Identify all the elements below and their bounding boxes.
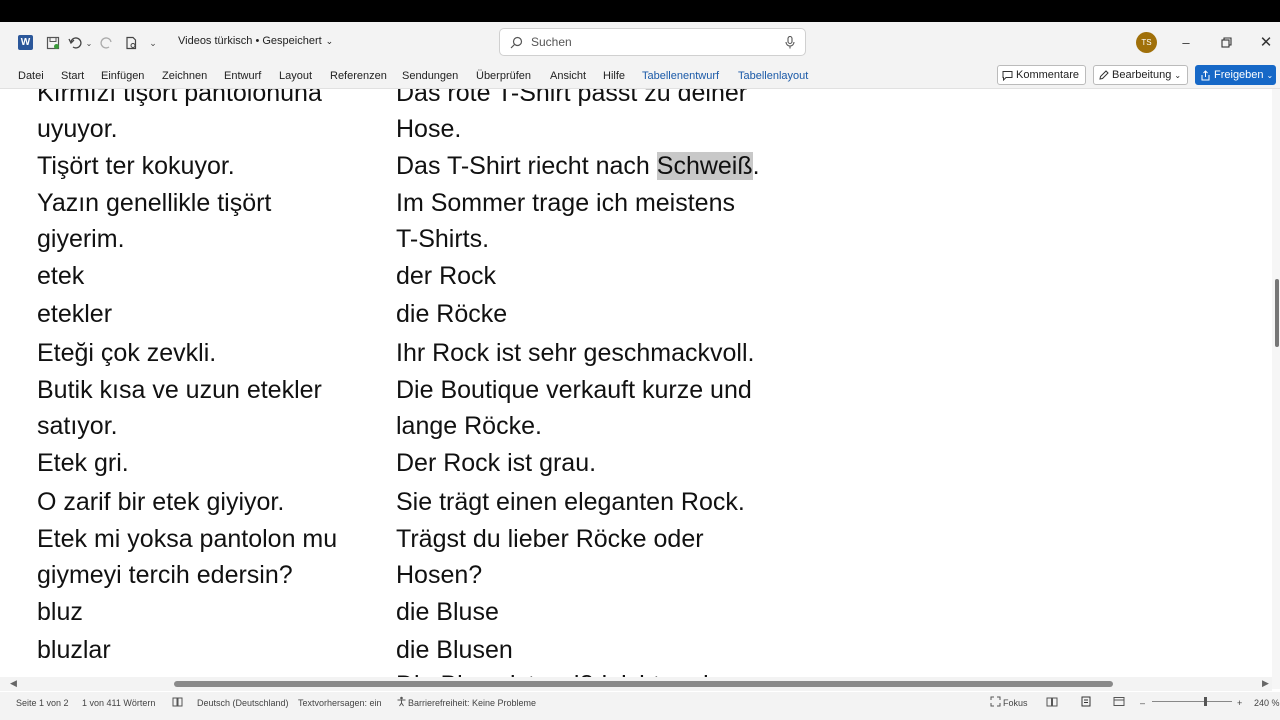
tab-tabellenentwurf[interactable]: Tabellenentwurf: [642, 70, 719, 82]
table-cell-german[interactable]: Im Sommer trage ich meistens: [396, 185, 735, 222]
tab-start[interactable]: Start: [61, 70, 84, 82]
table-cell-german[interactable]: T-Shirts.: [396, 221, 489, 258]
minimize-icon[interactable]: –: [1174, 32, 1198, 52]
word-window: W ⌄ ⌄ Videos türkisch • Gespeichert ⌄ Su…: [0, 22, 1280, 720]
table-cell-german[interactable]: Trägst du lieber Röcke oder: [396, 521, 704, 558]
undo-dropdown-icon[interactable]: ⌄: [84, 33, 94, 53]
table-cell-turkish[interactable]: uyuyor.: [37, 111, 118, 148]
chevron-down-icon: ⌄: [1174, 70, 1182, 80]
accessibility-icon: [396, 696, 407, 709]
read-mode-icon[interactable]: [1046, 696, 1058, 709]
zoom-level[interactable]: 240 %: [1254, 698, 1280, 708]
tab-zeichnen[interactable]: Zeichnen: [162, 70, 207, 82]
print-layout-icon[interactable]: [1080, 696, 1092, 709]
save-icon[interactable]: [44, 33, 62, 53]
table-cell-turkish[interactable]: O zarif bir etek giyiyor.: [37, 484, 284, 521]
pencil-icon: [1098, 69, 1109, 81]
tab-ueberpruefen[interactable]: Überprüfen: [476, 70, 531, 82]
table-cell-turkish[interactable]: giymeyi tercih edersin?: [37, 557, 293, 594]
zoom-in-icon[interactable]: +: [1237, 698, 1242, 708]
table-cell-turkish[interactable]: Kırmızı tişört pantolonuna: [37, 89, 322, 112]
accessibility-status[interactable]: Barrierefreiheit: Keine Probleme: [408, 698, 536, 708]
table-cell-german[interactable]: Ihr Rock ist sehr geschmackvoll.: [396, 335, 754, 372]
vertical-scrollbar[interactable]: [1272, 89, 1280, 689]
table-cell-german[interactable]: die Röcke: [396, 296, 507, 333]
horizontal-scrollbar[interactable]: ◀ ▶: [0, 677, 1272, 691]
table-cell-turkish[interactable]: Butik kısa ve uzun etekler: [37, 372, 322, 409]
table-cell-german[interactable]: Der Rock ist grau.: [396, 445, 596, 482]
tab-referenzen[interactable]: Referenzen: [330, 70, 387, 82]
table-cell-turkish[interactable]: Etek gri.: [37, 445, 129, 482]
tab-layout[interactable]: Layout: [279, 70, 312, 82]
language-indicator[interactable]: Deutsch (Deutschland): [197, 698, 289, 708]
comments-button[interactable]: Kommentare: [997, 65, 1086, 85]
tab-einfuegen[interactable]: Einfügen: [101, 70, 144, 82]
table-cell-german[interactable]: die Bluse: [396, 594, 499, 631]
table-cell-german[interactable]: Das T-Shirt riecht nach Schweiß.: [396, 148, 760, 185]
word-logo: W: [18, 35, 33, 50]
table-cell-german[interactable]: die Blusen: [396, 632, 513, 669]
document-canvas[interactable]: Kırmızı tişört pantolonuna uyuyor. Tişör…: [0, 89, 1272, 681]
page-count[interactable]: Seite 1 von 2: [16, 698, 69, 708]
tab-sendungen[interactable]: Sendungen: [402, 70, 458, 82]
table-cell-turkish[interactable]: Yazın genellikle tişört: [37, 185, 271, 222]
table-cell-turkish[interactable]: bluz: [37, 594, 83, 631]
focus-mode-button[interactable]: Fokus: [1003, 698, 1028, 708]
zoom-out-icon[interactable]: –: [1140, 698, 1145, 708]
tab-hilfe[interactable]: Hilfe: [603, 70, 625, 82]
word-count[interactable]: 1 von 411 Wörtern: [82, 698, 155, 708]
scroll-right-icon[interactable]: ▶: [1262, 678, 1269, 689]
vertical-scroll-thumb[interactable]: [1275, 279, 1279, 347]
table-cell-turkish[interactable]: bluzlar: [37, 632, 111, 669]
scroll-left-icon[interactable]: ◀: [10, 678, 17, 689]
customize-icon[interactable]: ⌄: [146, 33, 160, 53]
table-cell-turkish[interactable]: etekler: [37, 296, 112, 333]
table-cell-turkish[interactable]: etek: [37, 258, 84, 295]
print-preview-icon[interactable]: [122, 33, 140, 53]
mic-icon[interactable]: [785, 35, 795, 49]
document-title[interactable]: Videos türkisch • Gespeichert ⌄: [178, 35, 333, 47]
focus-icon: [990, 696, 1001, 709]
editing-mode-button[interactable]: Bearbeitung ⌄: [1093, 65, 1188, 85]
web-layout-icon[interactable]: [1113, 696, 1125, 709]
redo-icon[interactable]: [98, 33, 116, 53]
tab-ansicht[interactable]: Ansicht: [550, 70, 586, 82]
zoom-slider[interactable]: [1152, 701, 1232, 702]
table-cell-german[interactable]: der Rock: [396, 258, 496, 295]
close-icon[interactable]: ✕: [1254, 32, 1278, 52]
table-cell-turkish[interactable]: Eteği çok zevkli.: [37, 335, 216, 372]
table-cell-german[interactable]: Die Boutique verkauft kurze und: [396, 372, 752, 409]
proofing-icon[interactable]: [172, 696, 183, 709]
share-icon: [1200, 69, 1211, 81]
table-cell-turkish[interactable]: satıyor.: [37, 408, 118, 445]
chevron-down-icon: ⌄: [1266, 70, 1274, 80]
table-cell-german[interactable]: Hosen?: [396, 557, 482, 594]
text-predictions[interactable]: Textvorhersagen: ein: [298, 698, 382, 708]
restore-icon[interactable]: [1214, 32, 1238, 52]
table-cell-turkish[interactable]: Etek mi yoksa pantolon mu: [37, 521, 337, 558]
horizontal-scroll-thumb[interactable]: [174, 681, 1113, 687]
zoom-slider-thumb[interactable]: [1204, 697, 1207, 706]
undo-icon[interactable]: [66, 33, 84, 53]
selected-word[interactable]: Schweiß: [656, 152, 753, 180]
search-icon: [510, 36, 523, 49]
table-cell-german[interactable]: Sie trägt einen eleganten Rock.: [396, 484, 745, 521]
search-box[interactable]: Suchen: [499, 28, 806, 56]
avatar[interactable]: TS: [1136, 32, 1157, 53]
table-cell-turkish[interactable]: Tişört ter kokuyor.: [37, 148, 235, 185]
table-cell-german[interactable]: Das rote T-Shirt passt zu deiner: [396, 89, 747, 112]
tab-datei[interactable]: Datei: [18, 70, 44, 82]
table-cell-german[interactable]: Hose.: [396, 111, 461, 148]
chevron-down-icon: ⌄: [325, 35, 334, 46]
search-placeholder: Suchen: [531, 35, 572, 49]
status-bar: Seite 1 von 2 1 von 411 Wörtern Deutsch …: [0, 692, 1280, 720]
tab-tabellenlayout[interactable]: Tabellenlayout: [738, 70, 808, 82]
table-cell-german[interactable]: lange Röcke.: [396, 408, 542, 445]
ribbon-tabs: Datei Start Einfügen Zeichnen Entwurf La…: [0, 64, 1280, 89]
title-bar: W ⌄ ⌄ Videos türkisch • Gespeichert ⌄ Su…: [0, 22, 1280, 64]
table-cell-turkish[interactable]: giyerim.: [37, 221, 125, 258]
comment-icon: [1002, 70, 1013, 81]
share-button[interactable]: Freigeben ⌄: [1195, 65, 1276, 85]
tab-entwurf[interactable]: Entwurf: [224, 70, 261, 82]
